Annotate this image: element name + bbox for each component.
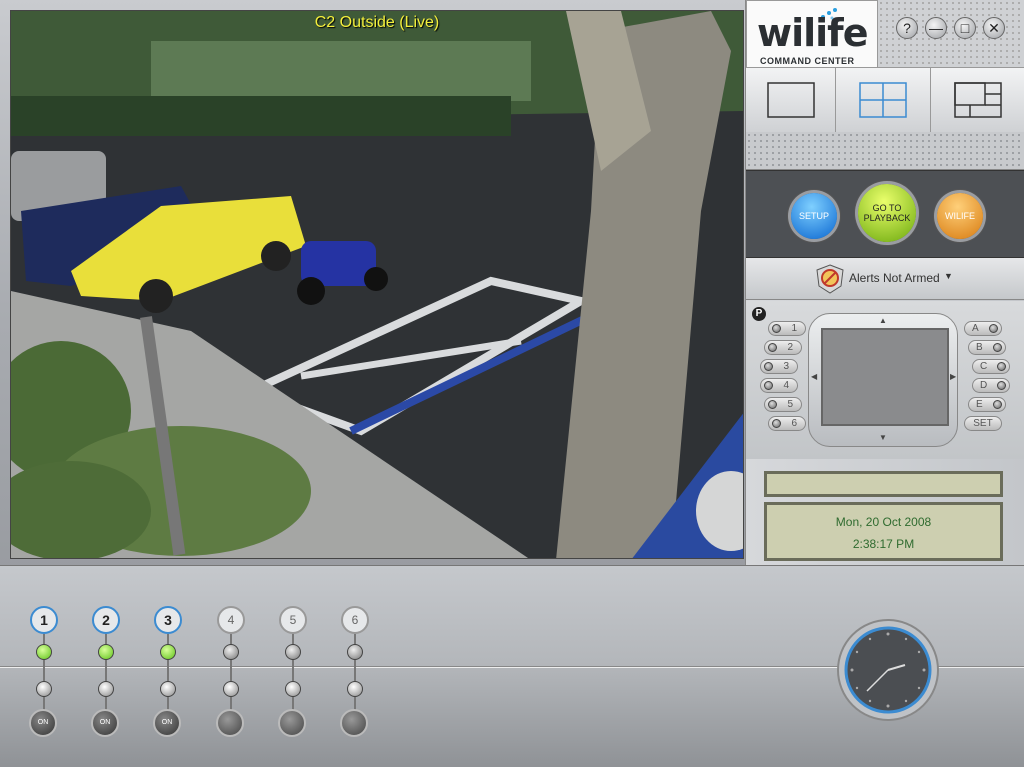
channel-6-knob[interactable]: [347, 681, 363, 697]
help-button[interactable]: ?: [896, 17, 918, 39]
channel-6-button[interactable]: 6: [341, 606, 369, 634]
channel-3-status-led: [160, 644, 176, 660]
pan-right-icon[interactable]: ▶: [950, 372, 956, 381]
pan-left-icon[interactable]: ◀: [811, 372, 817, 381]
pan-up-icon[interactable]: ▲: [879, 316, 887, 325]
close-button[interactable]: ✕: [983, 17, 1005, 39]
channel-4-knob[interactable]: [223, 681, 239, 697]
channel-3: 3 ON: [153, 606, 184, 737]
datetime-display: Mon, 20 Oct 2008 2:38:17 PM: [764, 502, 1003, 561]
channel-1-button[interactable]: 1: [30, 606, 58, 634]
playback-button[interactable]: GO TO PLAYBACK: [858, 184, 916, 242]
channel-2: 2 ON: [91, 606, 122, 737]
preset-button-e[interactable]: E: [968, 397, 1006, 412]
preset-set-button[interactable]: SET: [964, 416, 1002, 431]
layout-quad-button[interactable]: [836, 68, 931, 132]
preset-button-c[interactable]: C: [972, 359, 1010, 374]
channel-1-knob[interactable]: [36, 681, 52, 697]
channel-4: 4: [216, 606, 247, 737]
channel-5-status-led: [285, 644, 301, 660]
alerts-label: Alerts Not Armed: [849, 271, 940, 285]
channel-2-status-led: [98, 644, 114, 660]
alert-disarmed-icon: [816, 264, 844, 294]
minimize-button[interactable]: —: [925, 17, 947, 39]
preset-button-b[interactable]: B: [968, 340, 1006, 355]
preset-button-6[interactable]: 6: [768, 416, 806, 431]
preset-button-1[interactable]: 1: [768, 321, 806, 336]
layout-multi-button[interactable]: [931, 68, 1024, 132]
channel-1: 1 ON: [29, 606, 60, 737]
channel-1-status-led: [36, 644, 52, 660]
layout-selector: [746, 68, 1024, 132]
setup-button[interactable]: SETUP: [791, 193, 837, 239]
camera-view[interactable]: C2 Outside (Live): [10, 10, 744, 559]
action-buttons: SETUP GO TO PLAYBACK WILIFE: [746, 170, 1024, 258]
preset-button-4[interactable]: 4: [760, 378, 798, 393]
ptz-preview: [821, 328, 949, 426]
channel-4-button[interactable]: 4: [217, 606, 245, 634]
ptz-pad[interactable]: ▲ ▼ ◀ ▶: [808, 313, 958, 447]
ptz-badge: P: [752, 307, 766, 321]
channel-3-knob[interactable]: [160, 681, 176, 697]
ptz-controls: P 1 2 3 4 5 6 ▲ ▼ ◀ ▶ A B C D E SET: [746, 301, 1024, 459]
channel-2-on-button[interactable]: ON: [91, 709, 119, 737]
channel-bar: 1 ON 2 ON 3 ON 4 5 6: [0, 565, 1024, 767]
channel-5-knob[interactable]: [285, 681, 301, 697]
camera-image: [11, 11, 743, 558]
channel-2-button[interactable]: 2: [92, 606, 120, 634]
camera-title: C2 Outside (Live): [314, 14, 440, 31]
channel-5: 5: [278, 606, 309, 737]
logo-subtitle: COMMAND CENTER: [760, 56, 855, 66]
channel-1-on-button[interactable]: ON: [29, 709, 57, 737]
wilife-button[interactable]: WILIFE: [937, 193, 983, 239]
single-view-icon: [766, 82, 815, 118]
preset-button-3[interactable]: 3: [760, 359, 798, 374]
clock-icon: [837, 619, 939, 721]
preset-button-2[interactable]: 2: [764, 340, 802, 355]
time-text: 2:38:17 PM: [852, 537, 915, 551]
channel-4-on-button[interactable]: [216, 709, 244, 737]
channel-3-on-button[interactable]: ON: [153, 709, 181, 737]
multi-view-icon: [954, 82, 1002, 118]
window-controls: ? — □ ✕: [878, 0, 1024, 68]
chevron-down-icon: ▼: [944, 271, 953, 281]
preset-button-a[interactable]: A: [964, 321, 1002, 336]
maximize-button[interactable]: □: [954, 17, 976, 39]
channel-3-button[interactable]: 3: [154, 606, 182, 634]
channel-4-status-led: [223, 644, 239, 660]
info-display: [764, 471, 1003, 497]
pan-down-icon[interactable]: ▼: [879, 433, 887, 442]
channel-6: 6: [340, 606, 371, 737]
channel-5-button[interactable]: 5: [279, 606, 307, 634]
logo-brand: wilife: [757, 11, 868, 55]
channel-2-knob[interactable]: [98, 681, 114, 697]
channel-6-status-led: [347, 644, 363, 660]
logo: wilife COMMAND CENTER: [746, 0, 878, 68]
decorative-strip: [746, 132, 1024, 170]
channel-6-on-button[interactable]: [340, 709, 368, 737]
quad-view-icon: [859, 82, 907, 118]
layout-single-button[interactable]: [746, 68, 836, 132]
channel-5-on-button[interactable]: [278, 709, 306, 737]
preset-button-5[interactable]: 5: [764, 397, 802, 412]
preset-button-d[interactable]: D: [972, 378, 1010, 393]
date-text: Mon, 20 Oct 2008: [835, 515, 932, 529]
alerts-dropdown[interactable]: Alerts Not Armed ▼: [746, 258, 1024, 300]
